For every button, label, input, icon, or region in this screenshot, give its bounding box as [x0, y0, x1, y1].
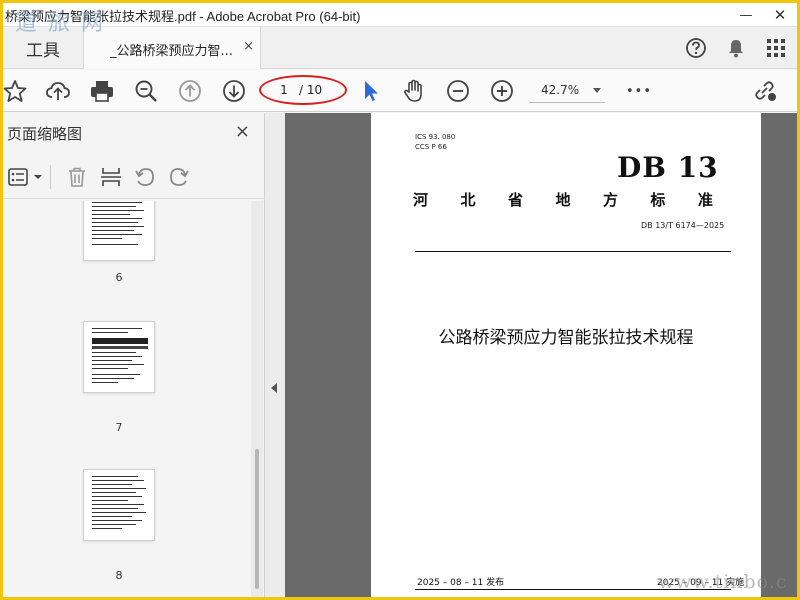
standard-char: 北: [460, 191, 476, 209]
delete-trash-icon[interactable]: [63, 163, 91, 191]
header-rule: [415, 251, 731, 252]
zoom-in-plus-icon[interactable]: [488, 77, 516, 105]
thumbnail-toolbar: [3, 155, 265, 199]
publish-date: 2025 – 08 – 11 发布: [417, 578, 505, 588]
scrollbar-thumb[interactable]: [255, 449, 259, 589]
thumbnail-page[interactable]: [83, 321, 155, 393]
document-scroll-area[interactable]: [761, 113, 797, 597]
document-title: 公路桥梁预应力智能张拉技术规程: [438, 328, 694, 348]
thumbnail-page-number: 6: [115, 271, 123, 284]
page-number-box: 1 / 10: [259, 75, 347, 105]
bookmark-star-icon[interactable]: [3, 77, 29, 105]
pdf-page: ICS 93. 080 CCS P 66 DB 13 河 北 省 地 方 标 准…: [371, 113, 761, 597]
tab-bar-right-tools: [683, 35, 789, 61]
cloud-upload-icon[interactable]: [44, 77, 72, 105]
tab-document[interactable]: _公路桥梁预应力智... ×: [83, 27, 261, 69]
rotate-right-icon[interactable]: [165, 163, 193, 191]
toolbar-divider: [50, 165, 51, 189]
main-toolbar: 1 / 10 42.7% •••: [3, 70, 797, 112]
hand-tool-icon[interactable]: [400, 77, 428, 105]
tab-close-icon[interactable]: ×: [243, 39, 254, 54]
rotate-left-icon[interactable]: [131, 163, 159, 191]
zoom-level-value: 42.7%: [541, 83, 580, 97]
help-icon[interactable]: [683, 35, 709, 61]
print-icon[interactable]: [88, 77, 116, 105]
standard-char: 准: [697, 191, 713, 209]
share-link-icon[interactable]: [751, 77, 779, 105]
more-tools-button[interactable]: •••: [625, 77, 653, 105]
red-annotation-ellipse: [259, 75, 347, 105]
document-viewer: ICS 93. 080 CCS P 66 DB 13 河 北 省 地 方 标 准…: [285, 113, 797, 597]
panel-collapse-strip[interactable]: [265, 113, 285, 597]
acrobat-window: 桥梁预应力智能张拉技术规程.pdf - Adobe Acrobat Pro (6…: [3, 3, 797, 597]
thumbnail-page-number: 8: [115, 569, 123, 582]
chevron-down-icon: [593, 88, 601, 93]
db-logo-text: DB 13: [617, 151, 719, 184]
insert-pages-icon[interactable]: [97, 163, 125, 191]
standard-type: 河 北 省 地 方 标 准: [413, 189, 713, 210]
window-controls: — ✕: [729, 3, 797, 27]
zoom-level-dropdown[interactable]: 42.7%: [529, 79, 605, 103]
watermark-top-left: 道 旅 网: [15, 11, 105, 36]
title-bar: 桥梁预应力智能张拉技术规程.pdf - Adobe Acrobat Pro (6…: [3, 3, 797, 27]
standard-char: 地: [555, 191, 571, 209]
thumbnail-page[interactable]: [83, 469, 155, 541]
standard-char: 河: [413, 191, 429, 209]
thumbnail-page[interactable]: [83, 201, 155, 261]
thumbnail-options-icon[interactable]: [7, 163, 45, 191]
ics-code: ICS 93. 080: [415, 133, 456, 141]
tab-document-label: _公路桥梁预应力智...: [110, 44, 233, 59]
standard-char: 省: [507, 191, 523, 209]
thumbnail-page-number: 7: [115, 421, 123, 434]
close-window-button[interactable]: ✕: [763, 3, 797, 27]
minimize-button[interactable]: —: [729, 3, 763, 27]
next-page-icon[interactable]: [220, 77, 248, 105]
standard-char: 方: [602, 191, 618, 209]
close-panel-icon[interactable]: ×: [235, 121, 250, 142]
collapse-arrow-icon[interactable]: [271, 383, 277, 393]
previous-page-icon[interactable]: [176, 77, 204, 105]
notifications-bell-icon[interactable]: [723, 35, 749, 61]
apps-grid-icon[interactable]: [763, 35, 789, 61]
standard-char: 标: [650, 191, 666, 209]
zoom-out-search-icon[interactable]: [132, 77, 160, 105]
panel-title: 页面缩略图: [7, 125, 83, 143]
zoom-out-minus-icon[interactable]: [444, 77, 472, 105]
thumbnail-list: 6 7 8: [3, 201, 251, 597]
page-thumbnails-panel: 页面缩略图 × 6 7 8: [3, 113, 265, 597]
tab-bar: 工具 _公路桥梁预应力智... ×: [3, 27, 797, 69]
ccs-code: CCS P 66: [415, 143, 447, 151]
thumbnail-scrollbar[interactable]: [251, 201, 263, 597]
watermark-bottom-right: www.tinbo.c: [658, 571, 788, 593]
standard-code: DB 13/T 6174—2025: [641, 221, 725, 230]
select-cursor-icon[interactable]: [356, 77, 384, 105]
